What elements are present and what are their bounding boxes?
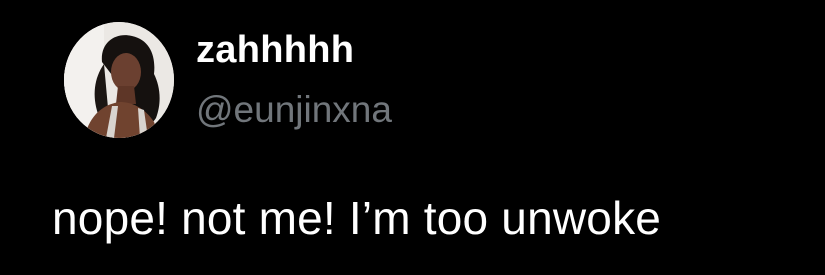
avatar[interactable] xyxy=(64,22,174,138)
avatar-photo-icon xyxy=(64,22,174,138)
tweet-card: zahhhhh @eunjinxna nope! not me! I’m too… xyxy=(0,0,825,275)
tweet-text: nope! not me! I’m too unwoke xyxy=(52,192,662,244)
author-display-name[interactable]: zahhhhh xyxy=(196,28,354,72)
author-handle[interactable]: @eunjinxna xyxy=(196,88,392,132)
